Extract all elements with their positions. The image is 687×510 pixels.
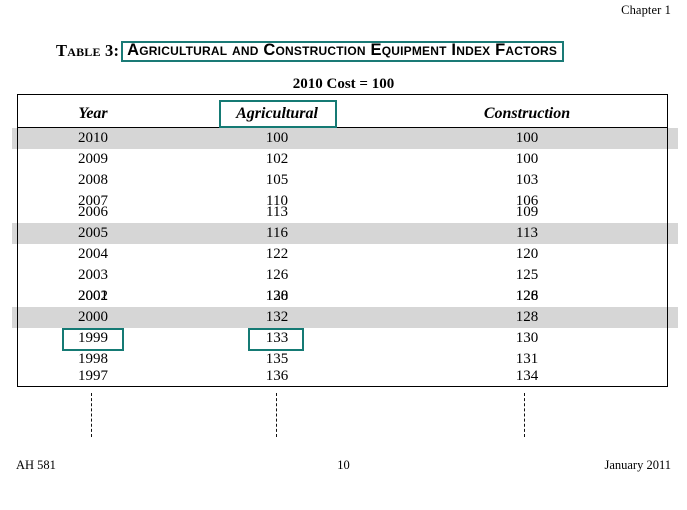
- cell-construction: 128: [515, 288, 539, 304]
- cell-year: 2009: [78, 151, 108, 167]
- highlight-box-value-133[interactable]: [248, 328, 304, 351]
- column-header-year: Year: [78, 105, 108, 122]
- cell-year: 2000: [78, 309, 108, 325]
- cell-construction: 125: [515, 267, 539, 283]
- table-row: 2005 116 113: [0, 223, 687, 244]
- cell-agricultural: 102: [265, 151, 289, 167]
- table-row: 2000 132 128: [0, 307, 687, 328]
- cell-agricultural: 100: [265, 130, 289, 146]
- cell-year: 2003: [78, 267, 108, 283]
- cell-agricultural: 113: [266, 204, 288, 220]
- table-header-row: Year Agricultural Construction: [0, 103, 687, 124]
- cell-agricultural: 122: [265, 246, 289, 262]
- cell-year: 2010: [78, 130, 108, 146]
- table-row: 2008 105 103: [0, 170, 687, 191]
- cell-year: 2008: [78, 172, 108, 188]
- table-row: 2006 113 109: [0, 202, 687, 223]
- cell-agricultural: 126: [265, 267, 289, 283]
- cell-year: 2004: [78, 246, 108, 262]
- cell-construction: 113: [516, 225, 538, 241]
- continuation-dashes-construction: [524, 393, 525, 437]
- cell-agricultural: 105: [265, 172, 289, 188]
- cell-construction: 100: [515, 151, 539, 167]
- cell-year: 1997: [78, 368, 108, 384]
- continuation-dashes-year: [91, 393, 92, 437]
- cell-agricultural: 136: [265, 368, 289, 384]
- cell-agricultural: 130: [265, 288, 289, 304]
- index-factors-table: Year Agricultural Construction 2010 100 …: [0, 0, 687, 510]
- continuation-dashes-agricultural: [276, 393, 277, 437]
- cell-year: 2006: [78, 204, 108, 220]
- cell-year: 2001: [78, 288, 108, 304]
- cell-construction: 130: [515, 330, 539, 346]
- table-row: 1997 136 134: [0, 366, 687, 387]
- cell-year: 2005: [78, 225, 108, 241]
- cell-agricultural: 132: [265, 309, 289, 325]
- table-header-rule: [17, 127, 668, 128]
- highlight-box-column-header-agricultural[interactable]: [219, 100, 337, 128]
- cell-construction: 109: [515, 204, 539, 220]
- cell-construction: 100: [515, 130, 539, 146]
- table-row: 2003 126 125: [0, 265, 687, 286]
- table-row: 2009 102 100: [0, 149, 687, 170]
- cell-construction: 134: [515, 368, 539, 384]
- highlight-box-year-1999[interactable]: [62, 328, 124, 351]
- cell-construction: 128: [515, 309, 539, 325]
- table-row: 2004 122 120: [0, 244, 687, 265]
- column-header-construction: Construction: [483, 105, 571, 122]
- cell-construction: 120: [515, 246, 539, 262]
- cell-construction: 103: [515, 172, 539, 188]
- table-row: 2010 100 100: [0, 128, 687, 149]
- table-row: 2001 130 128: [0, 286, 687, 307]
- cell-agricultural: 116: [266, 225, 288, 241]
